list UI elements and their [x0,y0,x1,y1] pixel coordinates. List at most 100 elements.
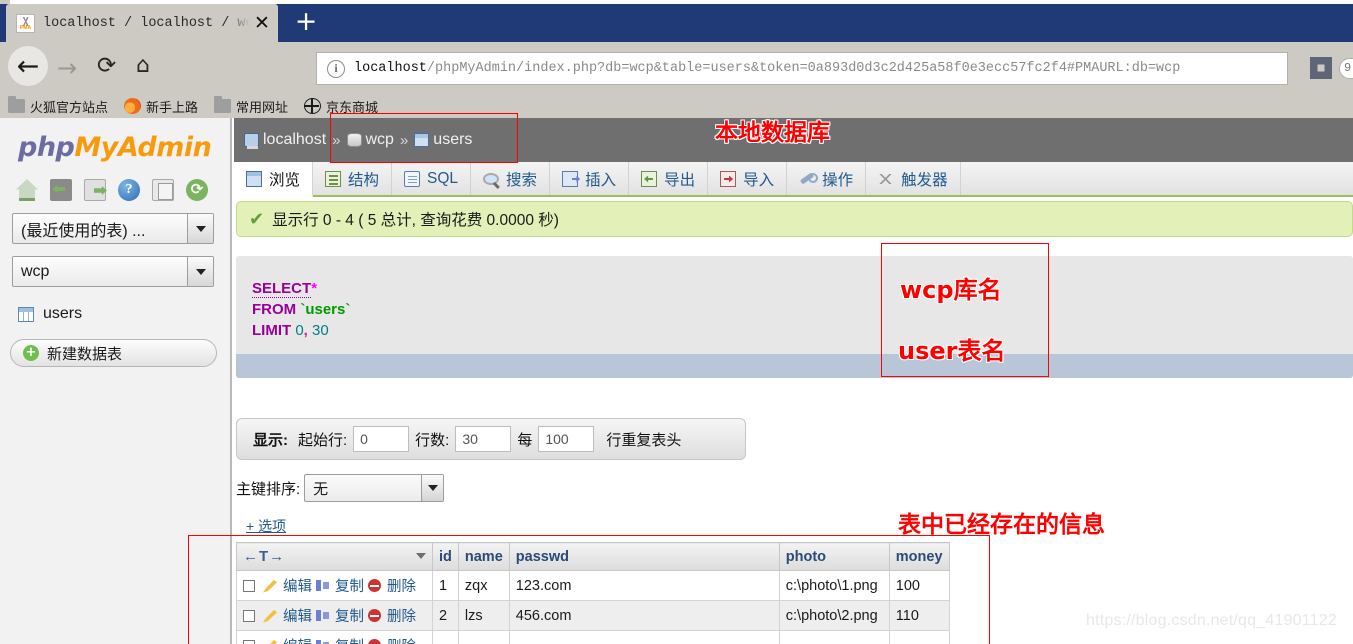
tab-import[interactable]: 导入 [708,162,788,195]
main-tab-bar: 浏览 结构 SQL 搜索 插入 导出 导入 操作 触发器 [234,162,1353,197]
logo-php: php [18,132,75,163]
help-icon[interactable]: ? [118,179,140,201]
header-passwd[interactable]: passwd [508,542,780,571]
delete-icon[interactable] [368,639,381,644]
edit-icon[interactable] [263,579,277,593]
delete-icon[interactable] [368,609,381,622]
bookmark-label: 新手上路 [146,99,199,115]
header-money[interactable]: money [888,542,950,571]
row-actions-cell: 编辑 复制 删除 [236,630,433,644]
rows-label: 行数: [415,431,450,449]
tab-label: SQL [427,169,459,187]
tab-label: 搜索 [506,171,538,189]
table-icon [414,133,430,147]
refresh-icon[interactable]: ⟳ [186,179,208,201]
tab-search[interactable]: 搜索 [471,162,551,195]
copy-link[interactable]: 复制 [335,605,364,626]
header-photo[interactable]: photo [778,542,890,571]
home-button[interactable]: ⌂ [136,55,150,77]
options-toggle-link[interactable]: + 选项 [246,516,286,536]
exit-icon[interactable] [50,179,72,201]
extension-badge[interactable]: 9 [1339,58,1353,79]
edit-link[interactable]: 编辑 [283,635,312,644]
address-bar[interactable]: i localhost/phpMyAdmin/index.php?db=wcp&… [316,52,1288,85]
tab-triggers[interactable]: 触发器 [866,162,961,195]
qr-code-icon[interactable] [1310,57,1332,79]
breadcrumb-table[interactable]: users [414,131,472,149]
cell-name: zqx [457,570,510,601]
row-actions-cell: 编辑 复制 删除 [236,570,433,601]
copy-icon[interactable] [316,639,329,644]
header-actions[interactable]: ←T→ [236,542,433,571]
docs-icon[interactable] [152,179,174,201]
row-checkbox[interactable] [243,609,255,622]
operations-icon [799,171,815,187]
header-repeat-input[interactable] [538,426,595,452]
chevron-down-icon [187,257,213,286]
copy-link[interactable]: 复制 [335,635,364,644]
url-path: /phpMyAdmin/index.php?db=wcp&table=users… [426,61,1181,76]
rows-count-input[interactable] [455,426,512,452]
firefox-icon [124,98,142,114]
chevron-down-icon[interactable] [416,553,426,559]
results-table: ←T→ id name passwd photo money 编辑 复制 删除 … [236,542,950,644]
header-name[interactable]: name [457,542,510,571]
new-table-button[interactable]: + 新建数据表 [10,339,217,367]
edit-link[interactable]: 编辑 [283,575,312,596]
delete-icon[interactable] [368,579,381,592]
delete-link[interactable]: 删除 [387,575,416,596]
import-icon [720,170,737,187]
phpmyadmin-page: phpMyAdmin ? ⟳ (最近使用的表) ... wcp users + … [0,118,1353,644]
tab-operations[interactable]: 操作 [787,162,867,195]
bookmark-item-jd[interactable]: 京东商城 [304,97,378,116]
edit-icon[interactable] [263,609,277,623]
tab-label: 插入 [585,171,617,189]
copy-link[interactable]: 复制 [335,575,364,596]
tab-browse[interactable]: 浏览 [234,162,314,197]
chevron-down-icon [187,214,213,243]
start-row-input[interactable] [353,426,410,452]
sort-select[interactable]: 无 [304,474,445,502]
sidebar-item-users-table[interactable]: users [18,305,230,323]
reload-button[interactable]: ⟳ [97,55,116,78]
triggers-icon [878,171,894,187]
close-icon[interactable]: ✕ [252,13,272,33]
bookmark-item-firefox-official[interactable]: 火狐官方站点 [8,96,108,116]
logout-icon[interactable] [84,179,106,201]
back-button[interactable]: ← [8,46,48,86]
delete-link[interactable]: 删除 [387,635,416,644]
new-tab-button[interactable]: + [288,4,324,42]
row-checkbox[interactable] [243,579,255,592]
cell-id: 2 [432,600,459,631]
breadcrumb-server[interactable]: localhost [244,131,326,149]
edit-icon[interactable] [263,639,277,644]
site-info-icon[interactable]: i [327,59,345,78]
tab-label: 导出 [664,171,696,189]
every-label: 每 [517,431,533,449]
export-icon [641,170,658,187]
bookmark-item-common-sites[interactable]: 常用网址 [214,96,288,116]
copy-icon[interactable] [316,609,329,622]
tab-sql[interactable]: SQL [392,162,472,195]
database-select[interactable]: wcp [12,256,214,287]
row-checkbox[interactable] [243,639,255,644]
breadcrumb-database[interactable]: wcp [346,131,394,149]
delete-link[interactable]: 删除 [387,605,416,626]
header-id[interactable]: id [432,542,459,571]
tab-structure[interactable]: 结构 [313,162,393,195]
tab-label: 浏览 [269,171,301,189]
cell-passwd: 123.com [508,570,780,601]
tab-export[interactable]: 导出 [629,162,709,195]
sql-keyword-limit: LIMIT [252,322,292,339]
bookmark-item-getting-started[interactable]: 新手上路 [124,97,198,116]
tab-insert[interactable]: 插入 [550,162,630,195]
breadcrumb-server-label: localhost [263,131,327,148]
browser-tab-title: localhost / localhost / wcp [43,15,252,31]
forward-button[interactable]: → [57,56,77,80]
browser-tab[interactable]: localhost / localhost / wcp ✕ [6,4,278,42]
home-icon[interactable] [16,179,38,201]
recent-tables-select[interactable]: (最近使用的表) ... [12,213,214,244]
copy-icon[interactable] [316,579,329,592]
edit-link[interactable]: 编辑 [283,605,312,626]
globe-icon [304,98,322,114]
